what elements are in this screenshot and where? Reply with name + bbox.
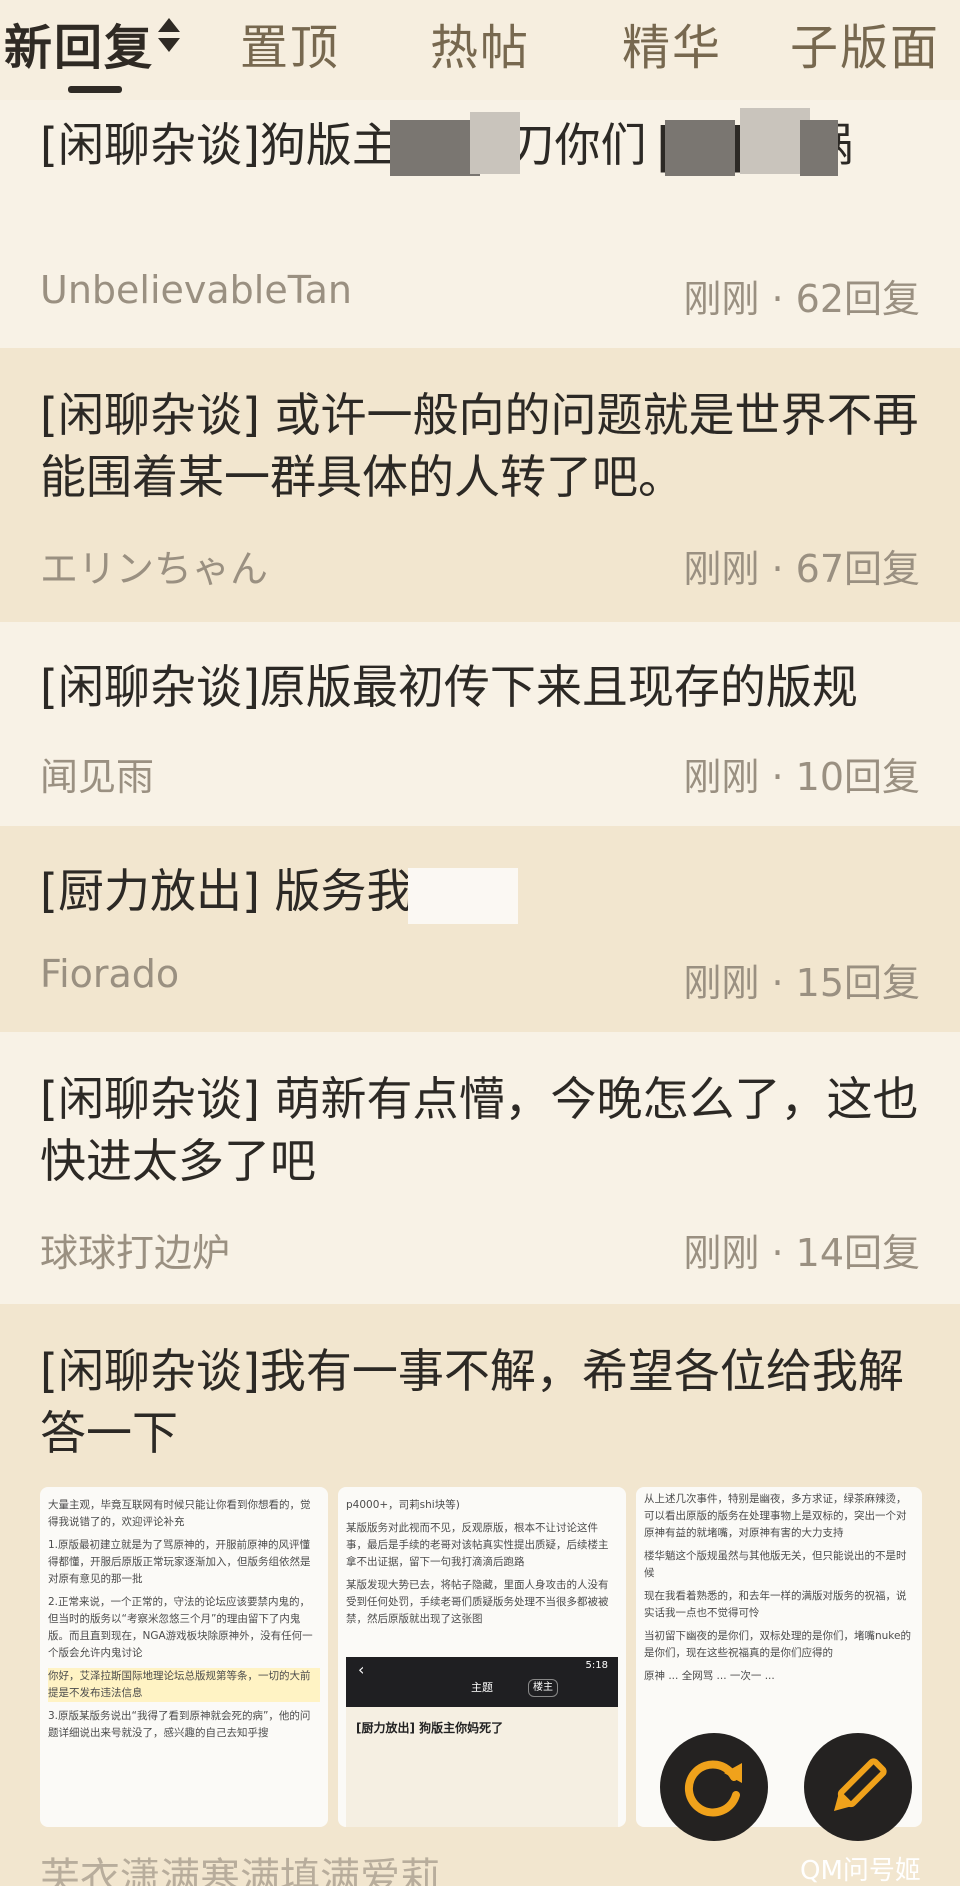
attachment-image[interactable]: p4000+，司莉shi块等) 某版版务对此视而不见，反观原版，根本不让讨论这件…: [338, 1487, 626, 1827]
thread-meta: 刚刚 · 14回复: [683, 1231, 920, 1275]
embedded-topbar: ‹ 5:18 主题 楼主: [346, 1657, 618, 1707]
thread-author[interactable]: エリンちゃん: [40, 538, 268, 593]
thread-item[interactable]: [闲聊杂谈] 萌新有点懵，今晚怎么了，这也快进太多了吧 球球打边炉 刚刚 · 1…: [0, 1032, 960, 1304]
thread-author[interactable]: 球球打边炉: [40, 1222, 230, 1277]
embedded-screenshot: ‹ 5:18 主题 楼主 [厨力放出] 狗版主你妈死了: [346, 1657, 618, 1827]
thread-item[interactable]: [闲聊杂谈]原版最初传下来且现存的版规 闻见雨 刚刚 · 10回复: [0, 622, 960, 826]
active-tab-indicator: [68, 86, 122, 93]
thread-image-attachments: 大量主观，毕竟互联网有时候只能让你看到你想看的，觉得我说错了的，欢迎评论补充 1…: [40, 1487, 922, 1827]
thread-title: [闲聊杂谈] 或许一般向的问题就是世界不再能围着某一群具体的人转了吧。: [40, 388, 919, 504]
thread-author[interactable]: Fiorado: [40, 952, 179, 996]
thread-item[interactable]: [闲聊杂谈]狗版主和 ▇ 刀你们 ▇ ▇ 帖锅 UnbelievableTan …: [0, 100, 960, 348]
thread-author[interactable]: UnbelievableTan: [40, 268, 352, 312]
thread-meta: 刚刚 · 10回复: [683, 755, 920, 799]
redaction-block: [470, 112, 520, 174]
watermark: QM问号姬: [800, 1856, 921, 1886]
embedded-clock: 5:18: [585, 1660, 608, 1671]
thread-title: [闲聊杂谈]原版最初传下来且现存的版规: [40, 660, 858, 714]
refresh-button[interactable]: [660, 1733, 768, 1841]
tab-subforums[interactable]: 子版面: [790, 8, 940, 78]
image-text: 从上述几次事件，特别是幽夜，多方求证，绿茶麻辣烫，可以看出原版的版务在处理事物上…: [644, 1493, 911, 1682]
thread-title: [闲聊杂谈]我有一事不解，希望各位给我解答一下: [40, 1344, 904, 1460]
next-thread-preview: 芙衣潇满寒满填满爱莉: [40, 1855, 440, 1886]
redaction-block: [800, 120, 838, 176]
tab-new-replies-label: 新回复: [4, 20, 155, 76]
edit-pencil-icon: [833, 1758, 887, 1812]
embedded-badge: 楼主: [528, 1679, 558, 1697]
tab-hot[interactable]: 热帖: [430, 8, 530, 78]
attachment-image[interactable]: 大量主观，毕竟互联网有时候只能让你看到你想看的，觉得我说错了的，欢迎评论补充 1…: [40, 1487, 328, 1827]
refresh-icon: [684, 1760, 742, 1817]
top-tab-bar: 新回复 置顶 热帖 精华 子版面: [0, 0, 960, 100]
redaction-block: [665, 120, 735, 176]
thread-item[interactable]: [厨力放出] 版务我 马 Fiorado 刚刚 · 15回复: [0, 826, 960, 1032]
new-post-button[interactable]: [804, 1733, 912, 1841]
back-arrow-icon: ‹: [358, 1660, 365, 1679]
thread-item[interactable]: [闲聊杂谈] 或许一般向的问题就是世界不再能围着某一群具体的人转了吧。 エリンち…: [0, 348, 960, 622]
embedded-thread-title: [厨力放出] 狗版主你妈死了: [356, 1721, 504, 1735]
thread-meta: 刚刚 · 62回复: [683, 277, 920, 321]
sort-updown-icon[interactable]: [156, 14, 182, 56]
tab-pinned[interactable]: 置顶: [240, 8, 340, 78]
redaction-block: [390, 120, 480, 176]
thread-meta: 刚刚 · 15回复: [683, 961, 920, 1005]
tab-new-replies[interactable]: 新回复: [4, 8, 154, 78]
image-text: 大量主观，毕竟互联网有时候只能让你看到你想看的，觉得我说错了的，欢迎评论补充 1…: [48, 1497, 320, 1748]
thread-meta: 刚刚 · 67回复: [683, 547, 920, 591]
tab-featured[interactable]: 精华: [622, 8, 722, 78]
thread-author[interactable]: 闻见雨: [40, 746, 154, 801]
redaction-block: [408, 868, 518, 924]
thread-title: [闲聊杂谈] 萌新有点懵，今晚怎么了，这也快进太多了吧: [40, 1072, 919, 1188]
image-text: p4000+，司莉shi块等) 某版版务对此视而不见，反观原版，根本不让讨论这件…: [346, 1499, 609, 1625]
embedded-bar-title: 主题: [471, 1681, 493, 1694]
